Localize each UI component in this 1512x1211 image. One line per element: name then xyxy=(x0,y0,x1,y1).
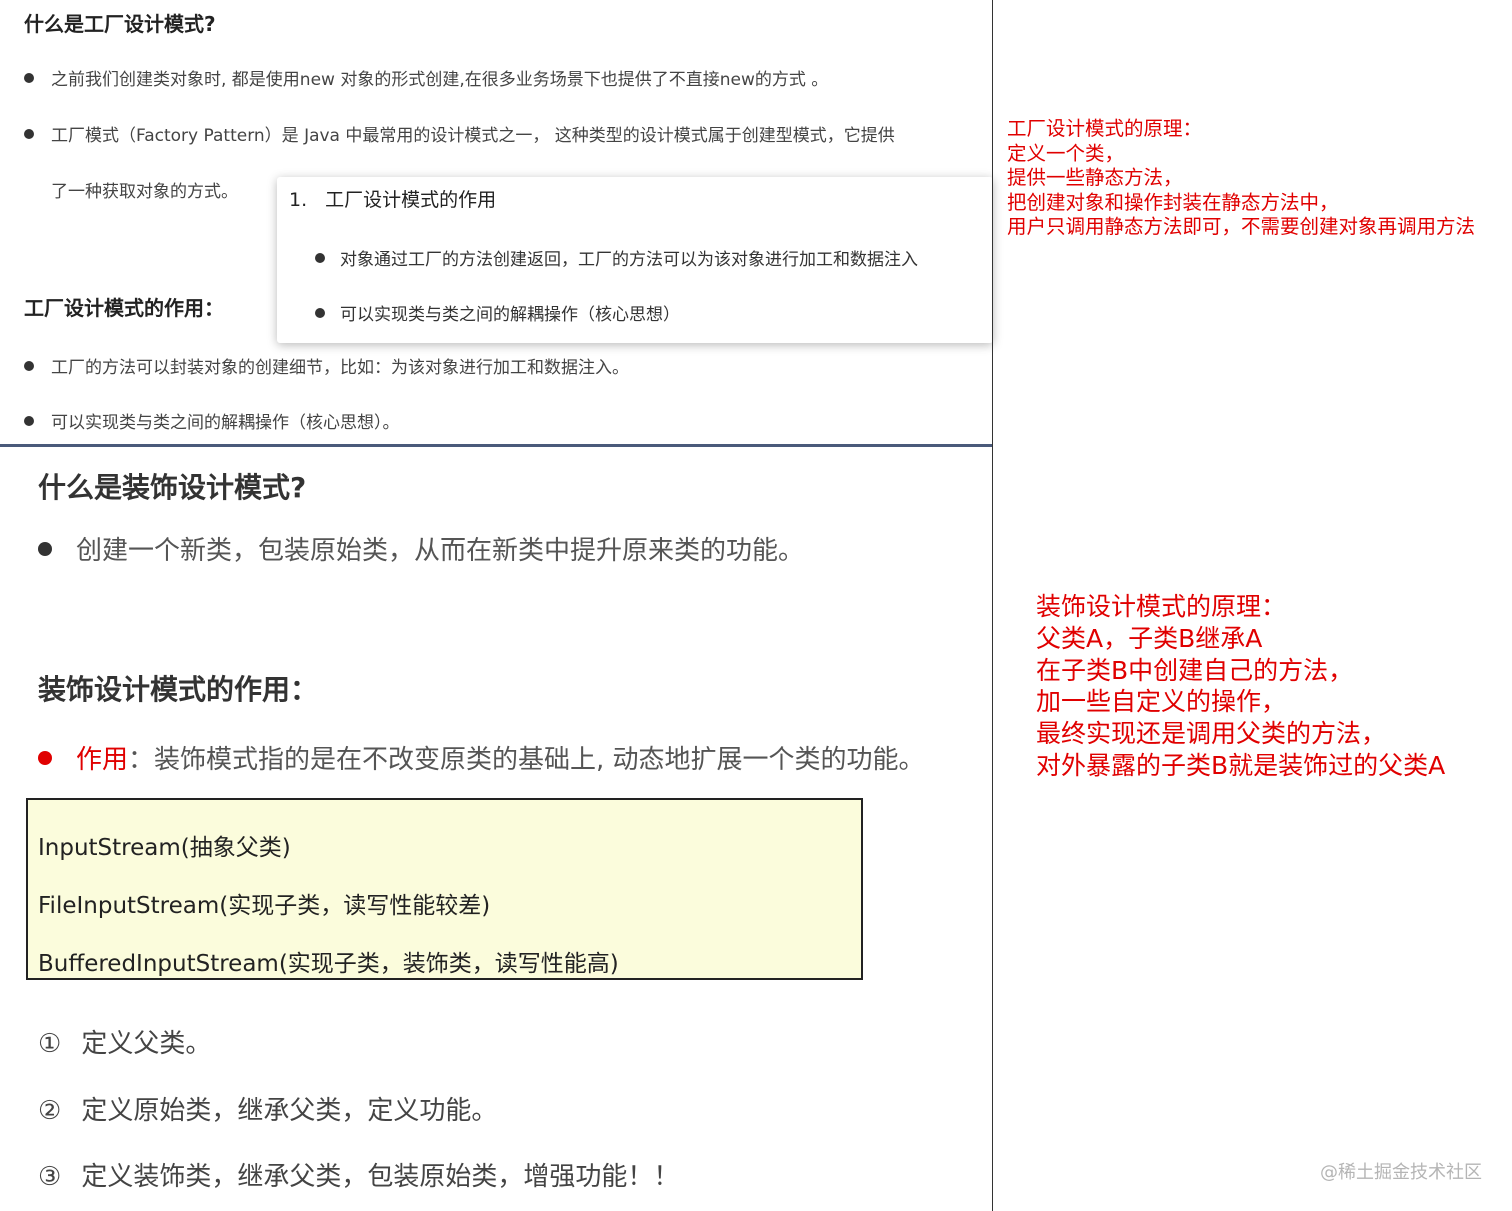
bullet-dot-icon xyxy=(315,308,325,318)
factory-role-bullet-1: 工厂的方法可以封装对象的创建细节，比如：为该对象进行加工和数据注入。 xyxy=(24,353,629,378)
factory-panel: 什么是工厂设计模式? 之前我们创建类对象时, 都是使用new 对象的形式创建,在… xyxy=(0,0,993,445)
popup-item-1: 对象通过工厂的方法创建返回，工厂的方法可以为该对象进行加工和数据注入 xyxy=(315,245,918,270)
bullet-dot-icon xyxy=(315,253,325,263)
popup-heading: 1. 工厂设计模式的作用 xyxy=(289,185,496,212)
popup-number: 1. xyxy=(289,189,308,211)
decorator-bullet-text: 创建一个新类，包装原始类，从而在新类中提升原来类的功能。 xyxy=(76,536,805,566)
bullet-dot-icon xyxy=(24,361,34,371)
note-line: 装饰设计模式的原理： xyxy=(1036,592,1287,621)
note-line: 最终实现还是调用父类的方法， xyxy=(1036,719,1387,749)
decorator-bullet: 创建一个新类，包装原始类，从而在新类中提升原来类的功能。 xyxy=(38,530,804,567)
column-divider xyxy=(992,0,993,1211)
factory-bullet-text: 之前我们创建类对象时, 都是使用new 对象的形式创建,在很多业务场景下也提供了… xyxy=(51,70,829,90)
code-line-inputstream: InputStream(抽象父类) xyxy=(38,835,291,861)
step-marker: ③ xyxy=(38,1162,62,1192)
step-text: 定义装饰类，继承父类，包装原始类，增强功能！！ xyxy=(81,1162,680,1192)
decorator-title: 什么是装饰设计模式? xyxy=(38,471,307,504)
step-marker: ② xyxy=(38,1096,62,1126)
popup-item-text: 可以实现类与类之间的解耦操作（核心思想） xyxy=(340,305,680,325)
red-bullet-dot-icon xyxy=(38,750,52,765)
note-line: 用户只调用静态方法即可，不需要创建对象再调用方法 xyxy=(1007,215,1476,238)
step-marker: ① xyxy=(38,1029,62,1059)
bullet-dot-icon xyxy=(24,73,34,83)
factory-role-text: 工厂的方法可以封装对象的创建细节，比如：为该对象进行加工和数据注入。 xyxy=(51,358,629,378)
factory-bullet-text: 工厂模式（Factory Pattern）是 Java 中最常用的设计模式之一，… xyxy=(51,126,895,146)
role-text: ：装饰模式指的是在不改变原类的基础上, 动态地扩展一个类的功能。 xyxy=(128,745,925,775)
note-line: 工厂设计模式的原理： xyxy=(1007,117,1203,140)
note-line: 父类A，子类B继承A xyxy=(1036,623,1263,653)
role-popup-card: 1. 工厂设计模式的作用 对象通过工厂的方法创建返回，工厂的方法可以为该对象进行加… xyxy=(277,177,993,343)
step-text: 定义父类。 xyxy=(81,1029,212,1059)
note-line: 提供一些静态方法， xyxy=(1007,166,1183,189)
factory-title: 什么是工厂设计模式? xyxy=(24,12,216,36)
popup-heading-text: 工厂设计模式的作用 xyxy=(325,189,497,211)
note-line: 在子类B中创建自己的方法， xyxy=(1036,655,1354,685)
factory-bullet-2: 工厂模式（Factory Pattern）是 Java 中最常用的设计模式之一，… xyxy=(24,121,895,146)
role-label: 作用 xyxy=(76,745,129,775)
step-2: ② 定义原始类，继承父类，定义功能。 xyxy=(38,1090,497,1127)
stream-class-box: InputStream(抽象父类) FileInputStream(实现子类，读… xyxy=(26,798,863,980)
step-1: ① 定义父类。 xyxy=(38,1023,211,1060)
factory-role-bullet-2: 可以实现类与类之间的解耦操作（核心思想）。 xyxy=(24,408,400,433)
watermark: @稀土掘金技术社区 xyxy=(1320,1162,1482,1183)
decorator-principle-note: 装饰设计模式的原理： 父类A，子类B继承A 在子类B中创建自己的方法， 加一些自… xyxy=(1036,591,1445,782)
bullet-dot-icon xyxy=(24,416,34,426)
code-line-bufferedinputstream: BufferedInputStream(实现子类，装饰类，读写性能高) xyxy=(38,951,619,977)
section-separator xyxy=(0,444,993,447)
factory-principle-note: 工厂设计模式的原理： 定义一个类， 提供一些静态方法， 把创建对象和操作封装在静… xyxy=(1007,117,1475,240)
step-text: 定义原始类，继承父类，定义功能。 xyxy=(81,1096,498,1126)
factory-bullet-continuation: 了一种获取对象的方式。 xyxy=(51,182,238,202)
bullet-dot-icon xyxy=(38,541,52,556)
code-line-fileinputstream: FileInputStream(实现子类，读写性能较差) xyxy=(38,893,491,919)
note-line: 把创建对象和操作封装在静态方法中， xyxy=(1007,190,1339,214)
bullet-dot-icon xyxy=(24,129,34,139)
note-line: 定义一个类， xyxy=(1007,141,1125,165)
decorator-role-subtitle: 装饰设计模式的作用： xyxy=(38,673,319,706)
factory-bullet-1: 之前我们创建类对象时, 都是使用new 对象的形式创建,在很多业务场景下也提供了… xyxy=(24,65,828,90)
note-line: 加一些自定义的操作， xyxy=(1036,687,1287,717)
factory-role-subtitle: 工厂设计模式的作用： xyxy=(24,296,224,320)
step-3: ③ 定义装饰类，继承父类，包装原始类，增强功能！！ xyxy=(38,1156,679,1193)
factory-role-text: 可以实现类与类之间的解耦操作（核心思想）。 xyxy=(51,413,400,433)
popup-item-text: 对象通过工厂的方法创建返回，工厂的方法可以为该对象进行加工和数据注入 xyxy=(340,250,918,270)
note-line: 对外暴露的子类B就是装饰过的父类A xyxy=(1036,750,1446,780)
decorator-role-bullet: 作用：装饰模式指的是在不改变原类的基础上, 动态地扩展一个类的功能。 xyxy=(38,739,925,776)
popup-item-2: 可以实现类与类之间的解耦操作（核心思想） xyxy=(315,300,680,325)
